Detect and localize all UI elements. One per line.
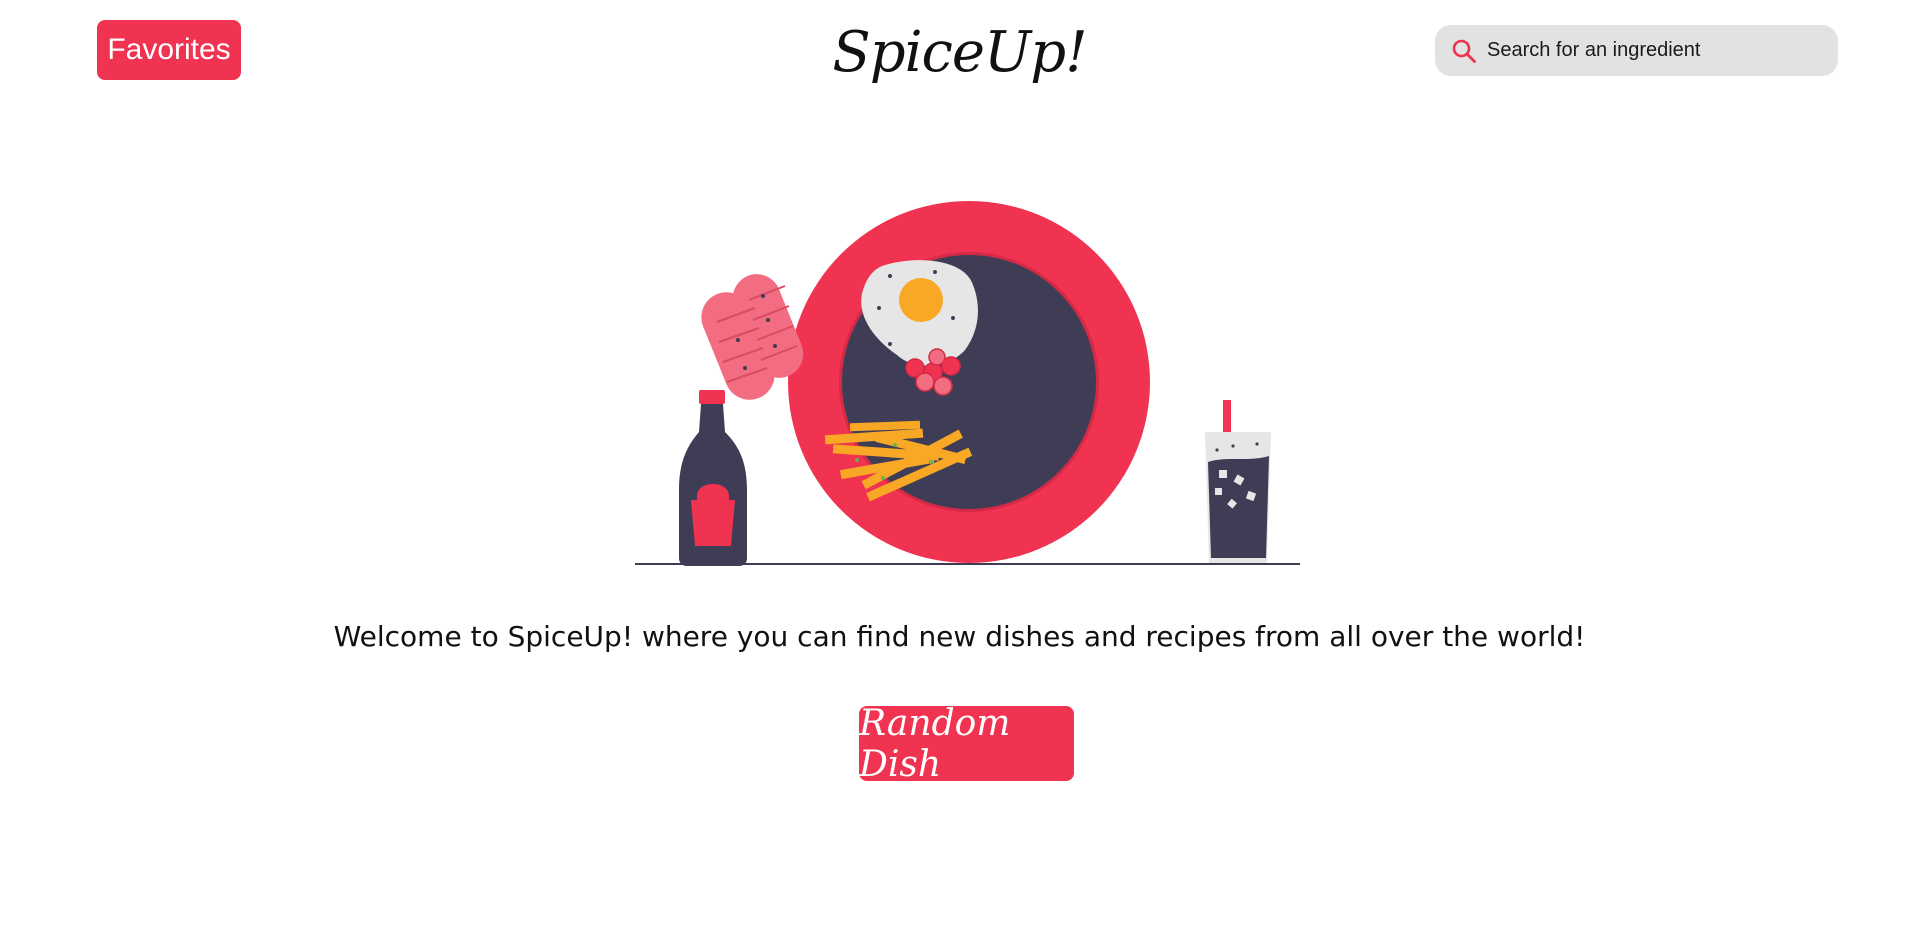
drink-glass [1205, 400, 1271, 564]
welcome-text: Welcome to SpiceUp! where you can find n… [333, 620, 1586, 653]
page: Favorites SpiceUp! Search for an ingredi… [0, 0, 1919, 952]
search-icon[interactable] [1451, 38, 1477, 64]
search-input[interactable] [1487, 39, 1817, 62]
plate [788, 201, 1150, 563]
search-bar[interactable] [1435, 25, 1838, 76]
ketchup-bottle [679, 390, 747, 566]
breakfast-plate-illustration [635, 201, 1300, 566]
random-dish-button[interactable]: Random Dish [859, 703, 1074, 785]
